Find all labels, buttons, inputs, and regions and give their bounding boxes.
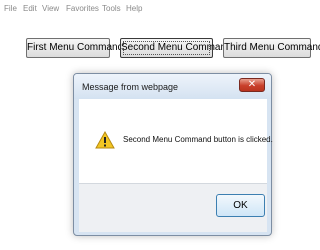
dialog-title: Message from webpage [82, 82, 179, 92]
dialog-titlebar[interactable]: Message from webpage ✕ [74, 74, 271, 99]
dialog-footer: OK [79, 183, 267, 232]
menu-file[interactable]: File [4, 4, 17, 13]
close-icon: ✕ [247, 79, 257, 90]
ok-button[interactable]: OK [216, 194, 265, 217]
close-button[interactable]: ✕ [239, 78, 265, 92]
menu-edit[interactable]: Edit [23, 4, 37, 13]
first-menu-command-button[interactable]: First Menu Command [26, 38, 123, 58]
warning-icon [95, 131, 115, 149]
menu-view[interactable]: View [42, 4, 59, 13]
dialog-content: Second Menu Command button is clicked. [79, 99, 273, 183]
dialog-message: Second Menu Command button is clicked. [123, 135, 273, 144]
message-dialog: Message from webpage ✕ Second Menu Comma… [73, 73, 273, 236]
menu-tools[interactable]: Tools [102, 4, 121, 13]
second-menu-command-button[interactable]: Second Menu Command [120, 38, 232, 58]
menu-bar: File Edit View Favorites Tools Help [0, 0, 320, 16]
menu-help[interactable]: Help [126, 4, 142, 13]
menu-favorites[interactable]: Favorites [66, 4, 99, 13]
third-menu-command-button[interactable]: Third Menu Command [223, 38, 320, 58]
